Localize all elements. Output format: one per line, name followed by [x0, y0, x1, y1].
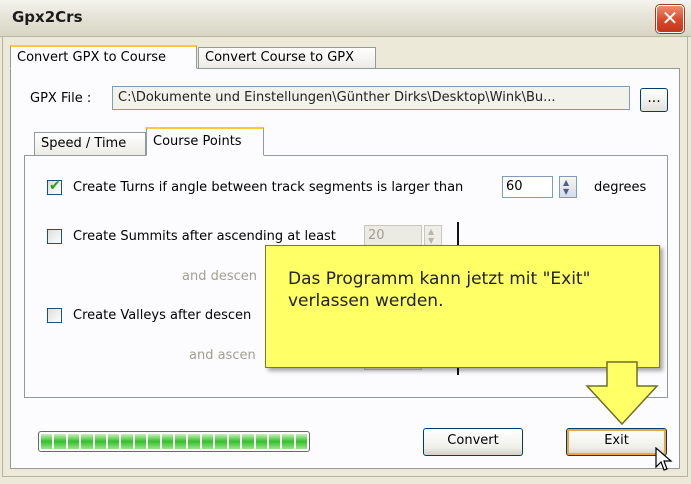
- progress-block: [67, 434, 80, 449]
- progress-block: [121, 434, 133, 449]
- progress-block: [148, 434, 160, 449]
- mouse-cursor-icon: [655, 447, 673, 471]
- title-bar: Gpx2Crs ✕: [0, 0, 691, 37]
- spin-down-icon: ▼: [563, 187, 570, 196]
- convert-button[interactable]: Convert: [423, 428, 523, 456]
- tab-convert-gpx-to-course[interactable]: Convert GPX to Course: [10, 45, 197, 69]
- gpx-file-path-field[interactable]: C:\Dokumente und Einstellungen\Günther D…: [112, 86, 630, 110]
- tab-speed-time[interactable]: Speed / Time: [34, 132, 146, 156]
- help-callout: Das Programm kann jetzt mit "Exit" verla…: [265, 245, 660, 368]
- window-title: Gpx2Crs: [12, 8, 83, 26]
- gpx-file-label: GPX File :: [30, 91, 92, 106]
- progress-block: [228, 434, 241, 449]
- tab-course-points[interactable]: Course Points: [146, 127, 264, 156]
- tab-convert-course-to-gpx[interactable]: Convert Course to GPX: [198, 47, 376, 69]
- progress-block: [242, 434, 254, 449]
- spin-up-icon: ▲: [428, 227, 435, 236]
- progress-block: [215, 434, 227, 449]
- summits-checkbox[interactable]: [47, 229, 62, 244]
- progress-block: [201, 434, 214, 449]
- turns-angle-spinner[interactable]: ▲ ▼: [559, 176, 577, 198]
- spin-up-icon: ▲: [563, 178, 570, 187]
- progress-block: [41, 434, 53, 449]
- arrow-down-icon: [585, 361, 659, 426]
- check-icon: ✔: [49, 178, 61, 194]
- progress-block: [255, 434, 267, 449]
- progress-block: [108, 434, 120, 449]
- exit-button[interactable]: Exit: [566, 428, 667, 456]
- summits-descend-label: and descen: [182, 269, 257, 284]
- turns-angle-input[interactable]: 60: [502, 176, 553, 198]
- progress-block: [134, 434, 147, 449]
- progress-fill: [41, 434, 308, 449]
- turns-checkbox[interactable]: ✔: [47, 178, 62, 195]
- progress-block: [94, 434, 107, 449]
- progress-block: [295, 434, 308, 449]
- progress-bar: [38, 431, 310, 452]
- spin-down-icon: ▼: [428, 236, 435, 245]
- degrees-label: degrees: [594, 180, 647, 195]
- progress-block: [161, 434, 174, 449]
- valleys-checkbox[interactable]: [47, 308, 62, 323]
- valleys-ascend-label: and ascen: [189, 348, 256, 363]
- progress-block: [282, 434, 294, 449]
- summits-ascend-input[interactable]: 20: [364, 225, 422, 247]
- turns-label: Create Turns if angle between track segm…: [73, 180, 464, 195]
- browse-button[interactable]: ...: [640, 88, 668, 112]
- progress-block: [54, 434, 66, 449]
- progress-block: [268, 434, 281, 449]
- close-button[interactable]: ✕: [656, 5, 684, 33]
- progress-block: [188, 434, 200, 449]
- summits-ascend-spinner[interactable]: ▲ ▼: [424, 225, 442, 247]
- summits-label: Create Summits after ascending at least: [73, 229, 336, 244]
- progress-block: [81, 434, 93, 449]
- progress-block: [175, 434, 187, 449]
- valleys-label: Create Valleys after descen: [73, 308, 252, 323]
- callout-text: Das Programm kann jetzt mit "Exit" verla…: [288, 269, 591, 311]
